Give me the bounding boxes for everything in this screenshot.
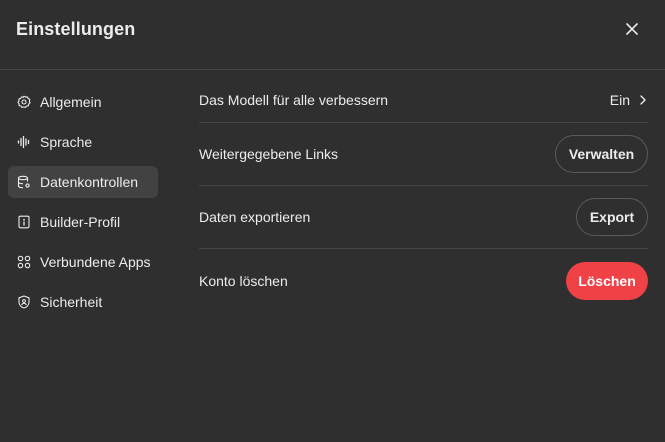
sidebar-item-label: Allgemein (40, 94, 102, 110)
database-settings-icon (17, 175, 31, 189)
setting-row-shared-links: Weitergegebene Links Verwalten (199, 123, 648, 186)
manage-shared-links-button[interactable]: Verwalten (555, 135, 648, 173)
delete-account-button[interactable]: Löschen (566, 261, 648, 300)
setting-row-delete-account: Konto löschen Löschen (199, 249, 648, 312)
sidebar-item-label: Datenkontrollen (40, 174, 139, 190)
sidebar-item-verbundene-apps[interactable]: Verbundene Apps (8, 246, 158, 278)
settings-content: Das Modell für alle verbessern Ein Weite… (199, 78, 648, 312)
settings-dialog: Einstellungen Allgemein Sprache Datenkon… (0, 0, 665, 442)
close-icon (626, 23, 638, 35)
setting-label: Daten exportieren (199, 209, 311, 225)
audio-waveform-icon (17, 135, 31, 149)
shield-user-icon (17, 295, 31, 309)
gear-icon (17, 95, 31, 109)
setting-label: Das Modell für alle verbessern (199, 92, 389, 108)
sidebar-item-label: Verbundene Apps (40, 254, 151, 270)
close-button[interactable] (620, 17, 644, 41)
sidebar-item-label: Sicherheit (40, 294, 103, 310)
dialog-header: Einstellungen (0, 0, 665, 70)
setting-label: Konto löschen (199, 272, 288, 289)
sidebar-item-datenkontrollen[interactable]: Datenkontrollen (8, 166, 158, 198)
sidebar-item-sicherheit[interactable]: Sicherheit (8, 286, 158, 318)
setting-label: Weitergegebene Links (199, 146, 339, 162)
sidebar-item-label: Sprache (40, 134, 93, 150)
chevron-right-icon (640, 95, 646, 105)
sidebar-item-allgemein[interactable]: Allgemein (8, 86, 158, 118)
id-card-icon (17, 215, 31, 229)
settings-sidebar: Allgemein Sprache Datenkontrollen Builde… (8, 86, 158, 326)
export-data-button[interactable]: Export (576, 198, 648, 236)
toggle-value: Ein (609, 92, 630, 108)
apps-grid-icon (17, 255, 31, 269)
dialog-title: Einstellungen (16, 19, 136, 39)
sidebar-item-builder-profil[interactable]: Builder-Profil (8, 206, 158, 238)
improve-model-toggle-link[interactable]: Ein (610, 92, 648, 108)
setting-row-export-data: Daten exportieren Export (199, 186, 648, 249)
setting-row-improve-model: Das Modell für alle verbessern Ein (199, 78, 648, 123)
sidebar-item-label: Builder-Profil (40, 214, 121, 230)
sidebar-item-sprache[interactable]: Sprache (8, 126, 158, 158)
